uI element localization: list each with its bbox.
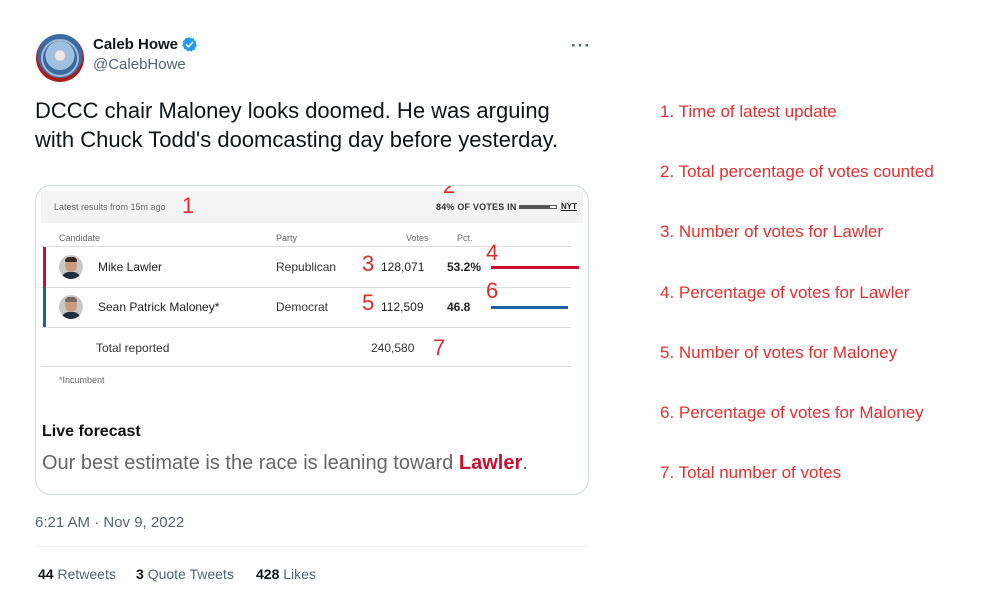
- annotation-number-1: 1: [182, 193, 195, 218]
- candidate-pct: 46.8: [447, 300, 471, 314]
- maloney-pct-bar: [491, 306, 568, 309]
- divider: [35, 546, 589, 547]
- incumbent-note: *Incumbent: [59, 375, 105, 385]
- lawler-headshot: [59, 255, 83, 279]
- total-reported-label: Total reported: [96, 341, 170, 355]
- retweets-stat[interactable]: 44 Retweets: [38, 566, 116, 582]
- verified-badge-icon: [182, 37, 197, 52]
- annotation-number-3: 3: [362, 251, 375, 276]
- column-header-candidate: Candidate: [59, 233, 101, 243]
- likes-stat[interactable]: 428 Likes: [256, 566, 316, 582]
- votes-in-progress-bar: [519, 205, 557, 209]
- annotation-number-7: 7: [433, 335, 446, 360]
- candidate-name: Mike Lawler: [98, 260, 163, 274]
- legend-item: 3. Number of votes for Lawler: [660, 222, 883, 241]
- divider: [41, 327, 571, 328]
- candidate-party: Republican: [276, 260, 337, 274]
- lawler-pct-bar: [491, 266, 579, 269]
- tweet-timestamp[interactable]: 6:21 AM · Nov 9, 2022: [35, 514, 184, 531]
- candidate-row-lawler: Mike Lawler Republican 128,071 53.2%: [41, 247, 581, 287]
- live-forecast-title: Live forecast: [42, 423, 141, 440]
- annotation-number-4: 4: [486, 240, 499, 265]
- tweet-text: DCCC chair Maloney looks doomed. He was …: [35, 98, 559, 152]
- live-forecast-text: Our best estimate is the race is leaning…: [42, 452, 528, 474]
- democrat-party-stripe: [43, 287, 46, 327]
- forecast-leader: Lawler: [458, 452, 523, 474]
- total-votes-value: 240,580: [371, 341, 415, 355]
- legend-item: 7. Total number of votes: [660, 463, 842, 482]
- candidate-name: Sean Patrick Maloney*: [98, 300, 220, 314]
- column-header-pct: Pct.: [457, 233, 473, 243]
- author-display-name[interactable]: Caleb Howe: [93, 36, 178, 53]
- votes-in-text: 84% OF VOTES IN: [436, 202, 517, 212]
- candidate-pct: 53.2%: [447, 260, 482, 274]
- more-options-icon[interactable]: ···: [571, 36, 591, 56]
- candidate-votes: 128,071: [381, 260, 425, 274]
- candidate-votes: 112,509: [381, 300, 424, 314]
- annotation-number-2: 2: [443, 185, 456, 198]
- nyt-source-link[interactable]: NYT: [561, 202, 577, 211]
- quote-tweets-stat[interactable]: 3 Quote Tweets: [136, 566, 234, 582]
- candidate-row-maloney: Sean Patrick Maloney* Democrat 112,509 4…: [41, 287, 581, 327]
- latest-update-text: Latest results from 15m ago: [54, 202, 166, 212]
- annotation-number-6: 6: [486, 278, 499, 303]
- column-header-party: Party: [276, 233, 298, 243]
- candidate-party: Democrat: [276, 300, 329, 314]
- legend-item: 5. Number of votes for Maloney: [660, 343, 898, 362]
- divider: [41, 366, 571, 367]
- author-handle[interactable]: @CalebHowe: [93, 56, 186, 73]
- results-card[interactable]: Latest results from 15m ago 84% OF VOTES…: [35, 185, 589, 495]
- legend-item: 2. Total percentage of votes counted: [660, 162, 934, 181]
- maloney-headshot: [59, 295, 83, 319]
- annotation-number-5: 5: [362, 290, 375, 315]
- republican-party-stripe: [43, 247, 46, 287]
- legend-item: 1. Time of latest update: [660, 102, 837, 121]
- author-avatar[interactable]: [36, 34, 84, 82]
- legend-item: 4. Percentage of votes for Lawler: [660, 283, 910, 302]
- legend-item: 6. Percentage of votes for Maloney: [660, 403, 924, 422]
- column-header-votes: Votes: [406, 233, 429, 243]
